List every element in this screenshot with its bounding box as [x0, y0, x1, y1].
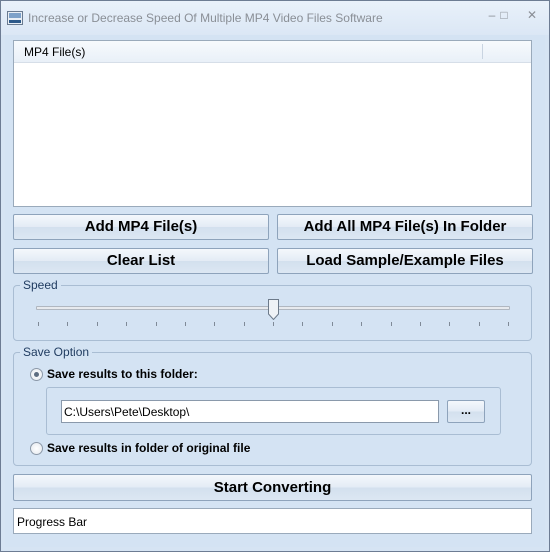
speed-slider-thumb[interactable] — [268, 299, 279, 320]
maximize-button[interactable]: □ — [493, 7, 515, 23]
speed-tick — [449, 322, 451, 326]
load-sample-button[interactable]: Load Sample/Example Files — [277, 248, 533, 274]
speed-tick — [214, 322, 216, 326]
save-to-folder-label[interactable]: Save results to this folder: — [47, 367, 198, 381]
file-list-header[interactable]: MP4 File(s) — [14, 41, 531, 63]
radio-selected-dot — [34, 372, 39, 377]
speed-group-label: Speed — [20, 278, 61, 292]
close-button[interactable]: ✕ — [521, 7, 543, 23]
speed-tick — [302, 322, 304, 326]
column-header-mp4-files[interactable]: MP4 File(s) — [24, 45, 85, 59]
app-window: Increase or Decrease Speed Of Multiple M… — [0, 0, 550, 552]
save-option-group: Save Option Save results to this folder:… — [13, 345, 532, 466]
speed-tick — [273, 322, 274, 326]
speed-tick — [96, 322, 98, 326]
window-title: Increase or Decrease Speed Of Multiple M… — [28, 11, 383, 25]
file-list[interactable]: MP4 File(s) — [13, 40, 532, 207]
column-separator[interactable] — [482, 44, 483, 59]
browse-folder-button[interactable]: ... — [447, 400, 485, 423]
speed-tick — [126, 322, 128, 326]
progress-bar-label: Progress Bar — [17, 515, 88, 529]
save-to-folder-radio[interactable] — [30, 368, 43, 381]
folder-path-input[interactable]: C:\Users\Pete\Desktop\ — [61, 400, 439, 423]
video-file-icon — [7, 11, 23, 25]
speed-tick — [243, 322, 245, 326]
save-to-original-label[interactable]: Save results in folder of original file — [47, 441, 250, 455]
save-option-group-label: Save Option — [20, 345, 93, 359]
speed-group: Speed — [13, 278, 532, 341]
speed-tick — [184, 322, 186, 326]
speed-tick — [478, 322, 480, 326]
speed-tick — [419, 322, 421, 326]
speed-tick — [155, 322, 157, 326]
save-to-original-radio[interactable] — [30, 442, 43, 455]
speed-tick — [331, 322, 333, 326]
speed-tick — [38, 322, 39, 326]
add-files-button[interactable]: Add MP4 File(s) — [13, 214, 269, 240]
client-area: MP4 File(s) Add MP4 File(s) Add All MP4 … — [5, 35, 545, 547]
speed-tick — [361, 322, 363, 326]
folder-path-panel: C:\Users\Pete\Desktop\ ... — [46, 387, 501, 435]
progress-bar: Progress Bar — [13, 508, 532, 534]
speed-tick — [390, 322, 392, 326]
add-folder-button[interactable]: Add All MP4 File(s) In Folder — [277, 214, 533, 240]
start-converting-button[interactable]: Start Converting — [13, 474, 532, 501]
clear-list-button[interactable]: Clear List — [13, 248, 269, 274]
speed-tick — [67, 322, 69, 326]
speed-tick — [508, 322, 509, 326]
title-bar[interactable]: Increase or Decrease Speed Of Multiple M… — [1, 1, 549, 35]
